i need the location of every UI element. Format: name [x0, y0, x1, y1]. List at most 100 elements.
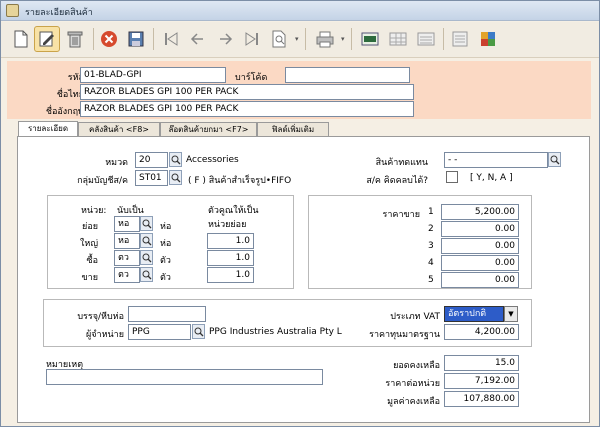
base-unit-header: หน่วยย่อย	[208, 220, 247, 230]
product-header: รหัส 01-BLAD-GPI บาร์โค้ด ชื่อไทย RAZOR …	[7, 61, 591, 119]
account-group-search-icon[interactable]	[169, 170, 182, 185]
report-icon[interactable]	[447, 26, 473, 52]
print-dropdown-icon[interactable]: ▾	[341, 36, 347, 43]
std-cost-field[interactable]: 4,200.00	[444, 324, 519, 340]
unit-sale-search-icon[interactable]	[140, 267, 153, 282]
vat-dropdown-icon[interactable]: ▼	[504, 306, 518, 322]
price-level: 5	[428, 275, 434, 285]
thai-name-label: ชื่อไทย	[56, 90, 84, 100]
eng-name-field[interactable]: RAZOR BLADES GPI 100 PER PACK	[80, 101, 414, 117]
unit-large-field[interactable]: หอ	[114, 233, 140, 249]
vendor-code-field[interactable]: PPG	[128, 324, 191, 340]
save-icon[interactable]	[123, 26, 149, 52]
remark-field[interactable]	[46, 369, 323, 385]
tab-warehouse[interactable]: คลังสินค้า <F8>	[78, 122, 160, 137]
balance-field[interactable]: 15.0	[444, 355, 519, 371]
returnable-field[interactable]	[446, 171, 458, 183]
category-search-icon[interactable]	[169, 152, 182, 167]
price-1-field[interactable]: 5,200.00	[441, 204, 519, 220]
account-group-desc: ( F ) สินค้าสำเร็จรูป•FIFO	[188, 176, 292, 186]
trash-icon[interactable]	[62, 26, 88, 52]
category-name: Accessories	[186, 155, 239, 165]
price-4-field[interactable]: 0.00	[441, 255, 519, 271]
price-level: 1	[428, 207, 434, 217]
unit-row-suffix: ตัว	[160, 273, 171, 283]
vat-select[interactable]: อัตราปกติ	[444, 306, 504, 322]
total-value-field[interactable]: 107,880.00	[444, 391, 519, 407]
unit-row-label: ย่อย	[82, 222, 98, 232]
account-group-label: กลุ่มบัญชีส/ค	[77, 176, 128, 186]
code-label: รหัส	[67, 73, 84, 83]
unit-header: หน่วย:	[81, 206, 107, 216]
list-view-icon[interactable]	[413, 26, 439, 52]
returnable-label: ส/ค คิดคลบได้?	[366, 176, 428, 186]
last-record-icon[interactable]	[239, 26, 265, 52]
unit-small-search-icon[interactable]	[140, 216, 153, 231]
title-bar[interactable]: รายละเอียดสินค้า	[1, 1, 599, 21]
unit-price-field[interactable]: 7,192.00	[444, 373, 519, 389]
edit-icon[interactable]	[34, 26, 60, 52]
code-field[interactable]: 01-BLAD-GPI	[80, 67, 226, 83]
thai-name-field[interactable]: RAZOR BLADES GPI 100 PER PACK	[80, 84, 414, 100]
vendor-name: PPG Industries Australia Pty L	[209, 327, 342, 337]
substitute-search-icon[interactable]	[548, 152, 561, 167]
unit-large-factor[interactable]: 1.0	[207, 233, 254, 249]
modules-icon[interactable]	[475, 26, 501, 52]
find-icon[interactable]	[266, 26, 292, 52]
tab-carried-lots[interactable]: ล๊อตสินค้ายกมา <F7>	[160, 122, 257, 137]
price-level: 3	[428, 241, 434, 251]
count-header: นับเป็น	[117, 206, 144, 216]
barcode-field[interactable]	[285, 67, 410, 83]
unit-row-label: ซื้อ	[86, 256, 98, 266]
unit-small-field[interactable]: หอ	[114, 216, 140, 232]
std-cost-label: ราคาทุนมาตรฐาน	[369, 330, 440, 340]
unit-purchase-field[interactable]: ตว	[114, 250, 140, 266]
unit-purchase-search-icon[interactable]	[140, 250, 153, 265]
first-record-icon[interactable]	[158, 26, 184, 52]
unit-purchase-factor[interactable]: 1.0	[207, 250, 254, 266]
tab-extra-fields[interactable]: ฟิลด์เพิ่มเติม	[257, 122, 329, 137]
unit-price-label: ราคาต่อหน่วย	[385, 379, 440, 389]
unit-row-suffix: ตัว	[160, 256, 171, 266]
vendor-label: ผู้จำหน่าย	[85, 330, 124, 340]
find-dropdown-icon[interactable]: ▾	[295, 36, 301, 43]
pack-field[interactable]	[128, 306, 206, 322]
unit-row-suffix: ห่อ	[160, 222, 172, 232]
balance-label: ยอดคงเหลือ	[393, 361, 440, 371]
total-value-label: มูลค่าคงเหลือ	[387, 397, 440, 407]
unit-row-label: ขาย	[81, 273, 98, 283]
next-record-icon[interactable]	[212, 26, 238, 52]
account-group-field[interactable]: ST01	[135, 170, 168, 186]
unit-row-suffix: ห่อ	[160, 239, 172, 249]
price-3-field[interactable]: 0.00	[441, 238, 519, 254]
returnable-hint: [ Y, N, A ]	[470, 173, 513, 183]
price-level: 2	[428, 224, 434, 234]
price-label: ราคาขาย	[382, 210, 420, 220]
vat-label: ประเภท VAT	[390, 312, 440, 322]
toolbar: ▾ ▾	[1, 22, 599, 58]
vendor-search-icon[interactable]	[192, 324, 205, 339]
unit-sale-field[interactable]: ตว	[114, 267, 140, 283]
tab-details[interactable]: รายละเอียด	[18, 121, 78, 137]
price-2-field[interactable]: 0.00	[441, 221, 519, 237]
price-level: 4	[428, 258, 434, 268]
multiplier-header: ตัวคูณให้เป็น	[208, 206, 259, 216]
cancel-icon[interactable]	[96, 26, 122, 52]
grid-view-icon[interactable]	[385, 26, 411, 52]
unit-large-search-icon[interactable]	[140, 233, 153, 248]
category-code-field[interactable]: 20	[135, 152, 168, 168]
unit-sale-factor[interactable]: 1.0	[207, 267, 254, 283]
eng-name-label: ชื่ออังกฤษ	[45, 107, 84, 117]
export-icon[interactable]	[357, 26, 383, 52]
substitute-label: สินค้าทดแทน	[375, 158, 428, 168]
pack-label: บรรจุ/หีบห่อ	[77, 312, 124, 322]
unit-row-label: ใหญ่	[80, 239, 98, 249]
price-5-field[interactable]: 0.00	[441, 272, 519, 288]
substitute-field[interactable]: - -	[444, 152, 548, 168]
product-detail-window: รายละเอียดสินค้า ▾ ▾ รหัส 01-BLAD-GPI บา…	[0, 0, 600, 427]
barcode-label: บาร์โค้ด	[235, 73, 268, 83]
print-icon[interactable]	[312, 26, 338, 52]
category-label: หมวด	[105, 158, 128, 168]
previous-record-icon[interactable]	[185, 26, 211, 52]
new-document-icon[interactable]	[8, 26, 34, 52]
